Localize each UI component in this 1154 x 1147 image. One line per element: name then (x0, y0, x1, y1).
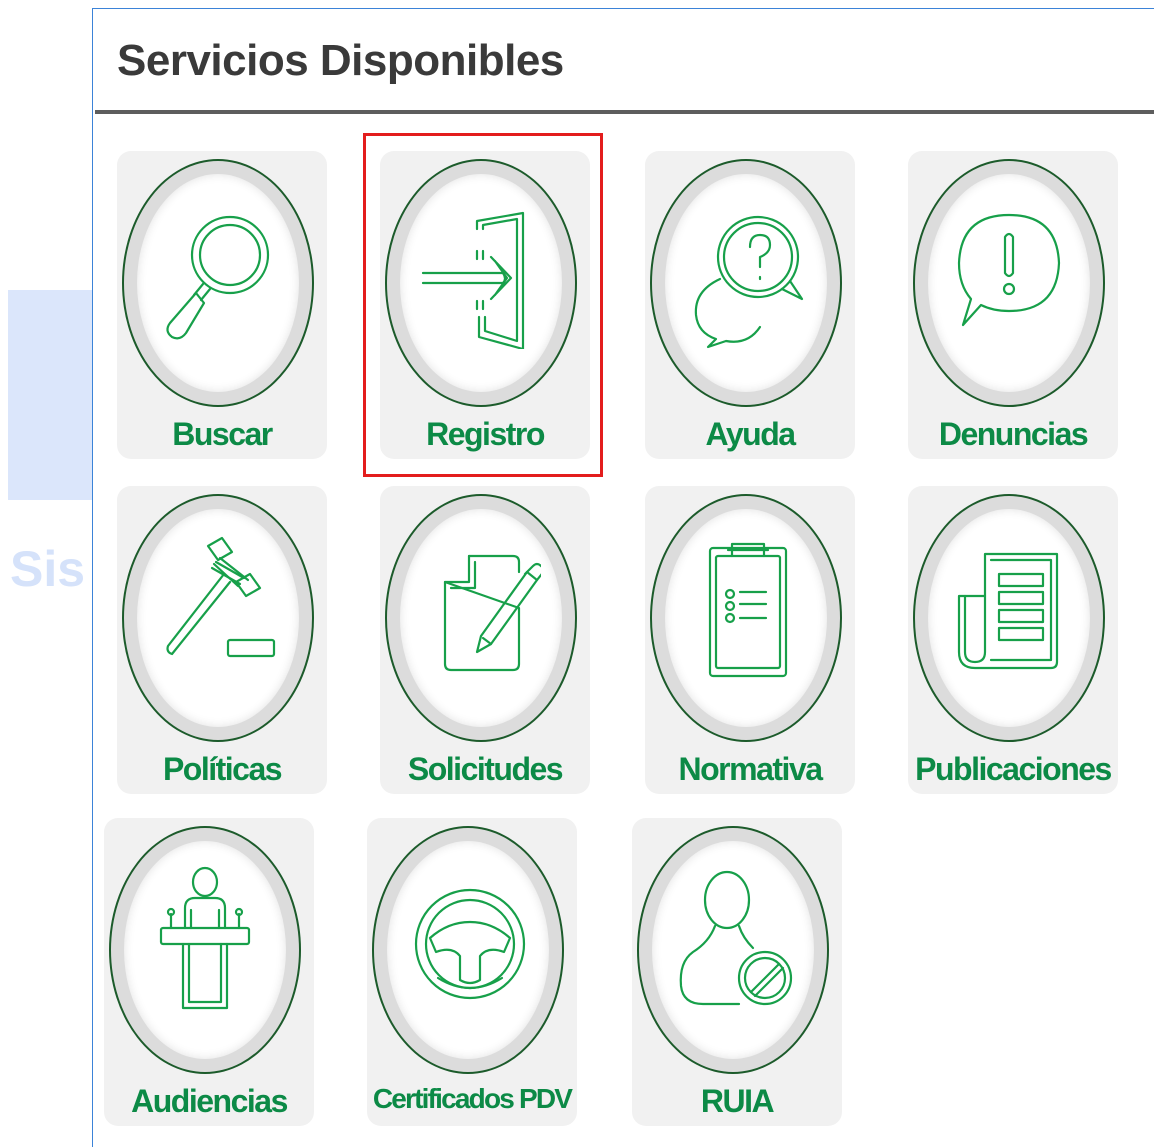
service-tile-buscar[interactable]: Buscar (117, 151, 327, 459)
selection-highlight (363, 133, 603, 477)
service-tile-ayuda[interactable]: Ayuda (645, 151, 855, 459)
service-label: Solicitudes (407, 751, 564, 787)
service-tile-solicitudes[interactable]: Solicitudes (380, 486, 590, 794)
service-label: Certificados PDV (372, 1083, 573, 1114)
steering-wheel-icon (414, 888, 526, 1000)
page-title: Servicios Disponibles (117, 36, 564, 85)
service-label: RUIA (700, 1083, 775, 1119)
newspaper-icon (957, 552, 1059, 670)
service-tile-denuncias[interactable]: Denuncias (908, 151, 1118, 459)
service-label: Denuncias (938, 416, 1089, 452)
title-divider (95, 110, 1154, 114)
service-label: Políticas (162, 751, 283, 787)
user-blocked-icon (679, 870, 793, 1006)
document-edit-icon (443, 554, 541, 672)
clipboard-list-icon (708, 542, 788, 678)
service-label: Ayuda (705, 416, 796, 452)
background-watermark: Sis (0, 0, 100, 640)
service-label: Normativa (678, 751, 824, 787)
service-tile-politicas[interactable]: Políticas (117, 486, 327, 794)
help-chat-icon (694, 215, 804, 349)
service-tile-publicaciones[interactable]: Publicaciones (908, 486, 1118, 794)
service-tile-ruia[interactable]: RUIA (632, 818, 842, 1126)
gavel-icon (166, 536, 276, 658)
watermark-logo-shape (8, 290, 100, 500)
search-icon (166, 215, 270, 340)
watermark-text: Sis (10, 541, 86, 597)
alert-chat-icon (957, 213, 1061, 327)
service-label: Audiencias (131, 1083, 288, 1119)
service-tile-normativa[interactable]: Normativa (645, 486, 855, 794)
podium-speaker-icon (159, 866, 251, 1010)
service-label: Buscar (172, 416, 273, 452)
service-tile-audiencias[interactable]: Audiencias (104, 818, 314, 1126)
service-tile-certificados-pdv[interactable]: Certificados PDV (367, 818, 577, 1126)
service-label: Publicaciones (915, 751, 1112, 787)
